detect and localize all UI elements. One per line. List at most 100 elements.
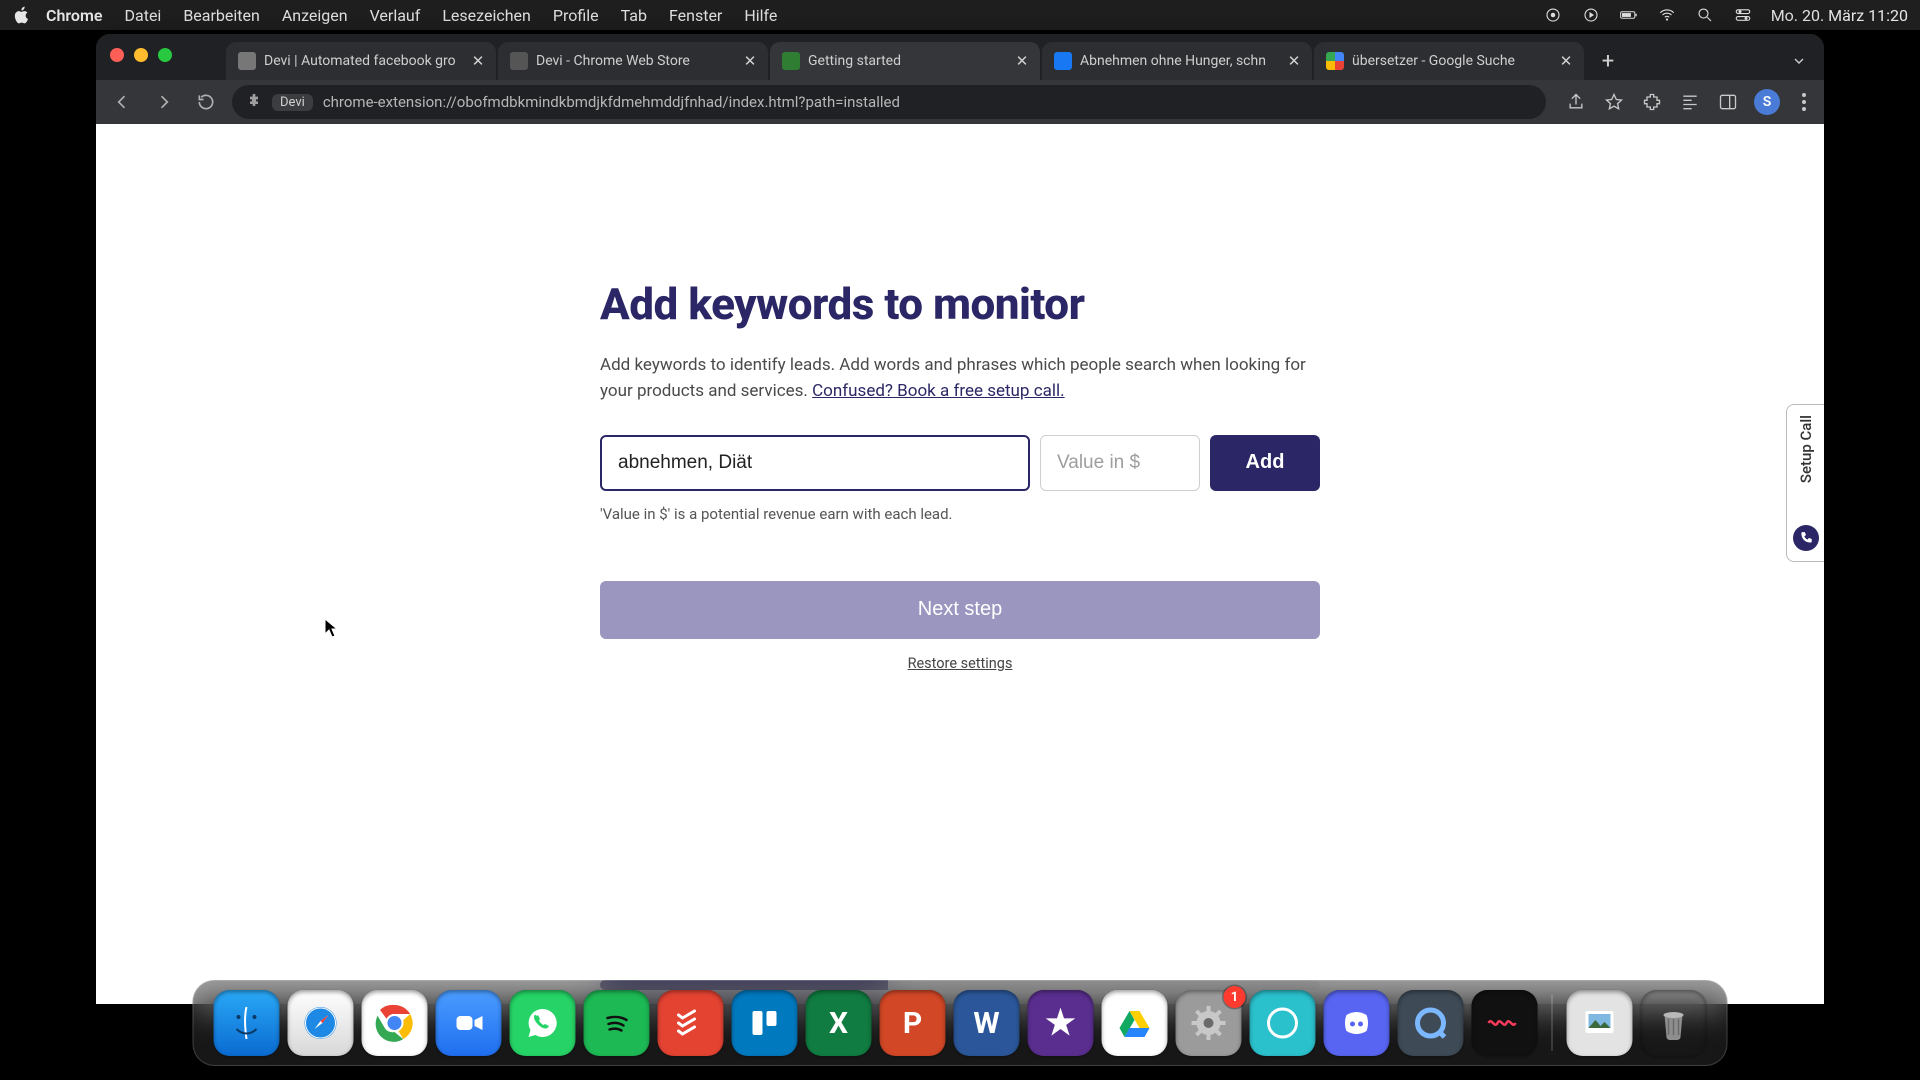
tab-close-button[interactable]: ✕ (1558, 53, 1574, 69)
dock-separator (1552, 995, 1553, 1051)
record-icon[interactable] (1543, 5, 1563, 25)
reading-list-icon[interactable] (1678, 90, 1702, 114)
tab-overflow-button[interactable] (1788, 50, 1810, 72)
tab-close-button[interactable]: ✕ (1014, 53, 1030, 69)
next-step-button[interactable]: Next step (600, 581, 1320, 639)
favicon-icon (1054, 52, 1072, 70)
favicon-icon (782, 52, 800, 70)
dock-app-settings[interactable]: 1 (1176, 990, 1242, 1056)
tab-title: Devi - Chrome Web Store (536, 53, 734, 69)
share-icon[interactable] (1564, 90, 1588, 114)
forward-button[interactable] (148, 86, 180, 118)
dock-glyph: X (829, 1006, 848, 1041)
chrome-menu-button[interactable] (1794, 93, 1814, 111)
tab-title: Getting started (808, 53, 1006, 69)
dock-app-finder[interactable] (214, 990, 280, 1056)
macos-menu-bar: Chrome Datei Bearbeiten Anzeigen Verlauf… (0, 0, 1920, 30)
add-button[interactable]: Add (1210, 435, 1320, 491)
tab-close-button[interactable]: ✕ (742, 53, 758, 69)
menu-lesezeichen[interactable]: Lesezeichen (442, 6, 531, 25)
value-input[interactable] (1040, 435, 1200, 491)
tab-close-button[interactable]: ✕ (1286, 53, 1302, 69)
extension-icon (246, 92, 262, 112)
dock-app-voice-memos[interactable] (1472, 990, 1538, 1056)
page-heading: Add keywords to monitor (600, 278, 1320, 330)
menu-app-name[interactable]: Chrome (46, 6, 103, 25)
apple-menu-icon[interactable] (12, 5, 32, 25)
tab-title: übersetzer - Google Suche (1352, 53, 1550, 69)
keywords-input[interactable] (600, 435, 1030, 491)
battery-icon[interactable] (1619, 5, 1639, 25)
tab-uebersetzer[interactable]: übersetzer - Google Suche ✕ (1314, 42, 1584, 80)
menu-anzeigen[interactable]: Anzeigen (282, 6, 348, 25)
wifi-icon[interactable] (1657, 5, 1677, 25)
phone-icon (1793, 525, 1819, 551)
extension-chip: Devi (272, 94, 313, 111)
setup-call-label: Setup Call (1797, 415, 1815, 483)
new-tab-button[interactable]: + (1594, 47, 1622, 75)
control-center-icon[interactable] (1733, 5, 1753, 25)
chrome-window: Devi | Automated facebook gro ✕ Devi - C… (96, 34, 1824, 1004)
tab-devi-facebook[interactable]: Devi | Automated facebook gro ✕ (226, 42, 496, 80)
dock-app-trello[interactable] (732, 990, 798, 1056)
dock-app-whatsapp[interactable] (510, 990, 576, 1056)
menu-bar-status: Mo. 20. März 11:20 (1543, 5, 1908, 25)
dock-app-drive[interactable] (1102, 990, 1168, 1056)
macos-dock: X P W ★ 1 (193, 980, 1728, 1066)
tab-strip: Devi | Automated facebook gro ✕ Devi - C… (96, 34, 1824, 80)
menu-hilfe[interactable]: Hilfe (744, 6, 777, 25)
tab-abnehmen[interactable]: Abnehmen ohne Hunger, schn ✕ (1042, 42, 1312, 80)
menu-fenster[interactable]: Fenster (669, 6, 722, 25)
dock-app-imovie[interactable]: ★ (1028, 990, 1094, 1056)
page-content: Add keywords to monitor Add keywords to … (96, 124, 1824, 1004)
bookmark-star-icon[interactable] (1602, 90, 1626, 114)
extensions-icon[interactable] (1640, 90, 1664, 114)
menu-verlauf[interactable]: Verlauf (370, 6, 421, 25)
dock-app-spotify[interactable] (584, 990, 650, 1056)
menu-datei[interactable]: Datei (125, 6, 162, 25)
menu-bar-clock[interactable]: Mo. 20. März 11:20 (1771, 6, 1908, 25)
page-subtitle: Add keywords to identify leads. Add word… (600, 352, 1320, 405)
address-bar[interactable]: Devi chrome-extension://obofmdbkmindkbmd… (232, 85, 1546, 119)
dock-app-word[interactable]: W (954, 990, 1020, 1056)
dock-app-teal[interactable] (1250, 990, 1316, 1056)
profile-avatar[interactable]: S (1754, 89, 1780, 115)
url-text: chrome-extension://obofmdbkmindkbmdjkfdm… (323, 93, 1532, 111)
mouse-cursor-icon (324, 618, 338, 638)
favicon-icon (238, 52, 256, 70)
dock-app-chrome[interactable] (362, 990, 428, 1056)
onboarding-card: Add keywords to monitor Add keywords to … (600, 124, 1320, 672)
dock-app-preview[interactable] (1567, 990, 1633, 1056)
favicon-icon (1326, 52, 1344, 70)
dock-glyph: W (973, 1006, 999, 1041)
dock-app-quicktime[interactable] (1398, 990, 1464, 1056)
dock-app-todoist[interactable] (658, 990, 724, 1056)
tab-devi-webstore[interactable]: Devi - Chrome Web Store ✕ (498, 42, 768, 80)
dock-app-excel[interactable]: X (806, 990, 872, 1056)
menu-profile[interactable]: Profile (553, 6, 599, 25)
book-setup-call-link[interactable]: Confused? Book a free setup call. (812, 381, 1064, 401)
dock-app-zoom[interactable] (436, 990, 502, 1056)
menu-tab[interactable]: Tab (621, 6, 647, 25)
search-icon[interactable] (1695, 5, 1715, 25)
dock-app-safari[interactable] (288, 990, 354, 1056)
restore-settings-link[interactable]: Restore settings (600, 655, 1320, 672)
dock-trash[interactable] (1641, 990, 1707, 1056)
tab-close-button[interactable]: ✕ (470, 53, 486, 69)
dock-app-powerpoint[interactable]: P (880, 990, 946, 1056)
back-button[interactable] (106, 86, 138, 118)
window-close-button[interactable] (110, 48, 124, 62)
toolbar-right: S (1564, 89, 1814, 115)
window-fullscreen-button[interactable] (158, 48, 172, 62)
window-minimize-button[interactable] (134, 48, 148, 62)
tab-getting-started[interactable]: Getting started ✕ (770, 42, 1040, 80)
dock-app-discord[interactable] (1324, 990, 1390, 1056)
setup-call-side-tab[interactable]: Setup Call (1786, 404, 1824, 562)
tab-title: Devi | Automated facebook gro (264, 53, 462, 69)
browser-toolbar: Devi chrome-extension://obofmdbkmindkbmd… (96, 80, 1824, 124)
reload-button[interactable] (190, 86, 222, 118)
menu-bearbeiten[interactable]: Bearbeiten (183, 6, 260, 25)
tab-title: Abnehmen ohne Hunger, schn (1080, 53, 1278, 69)
side-panel-icon[interactable] (1716, 90, 1740, 114)
playback-icon[interactable] (1581, 5, 1601, 25)
